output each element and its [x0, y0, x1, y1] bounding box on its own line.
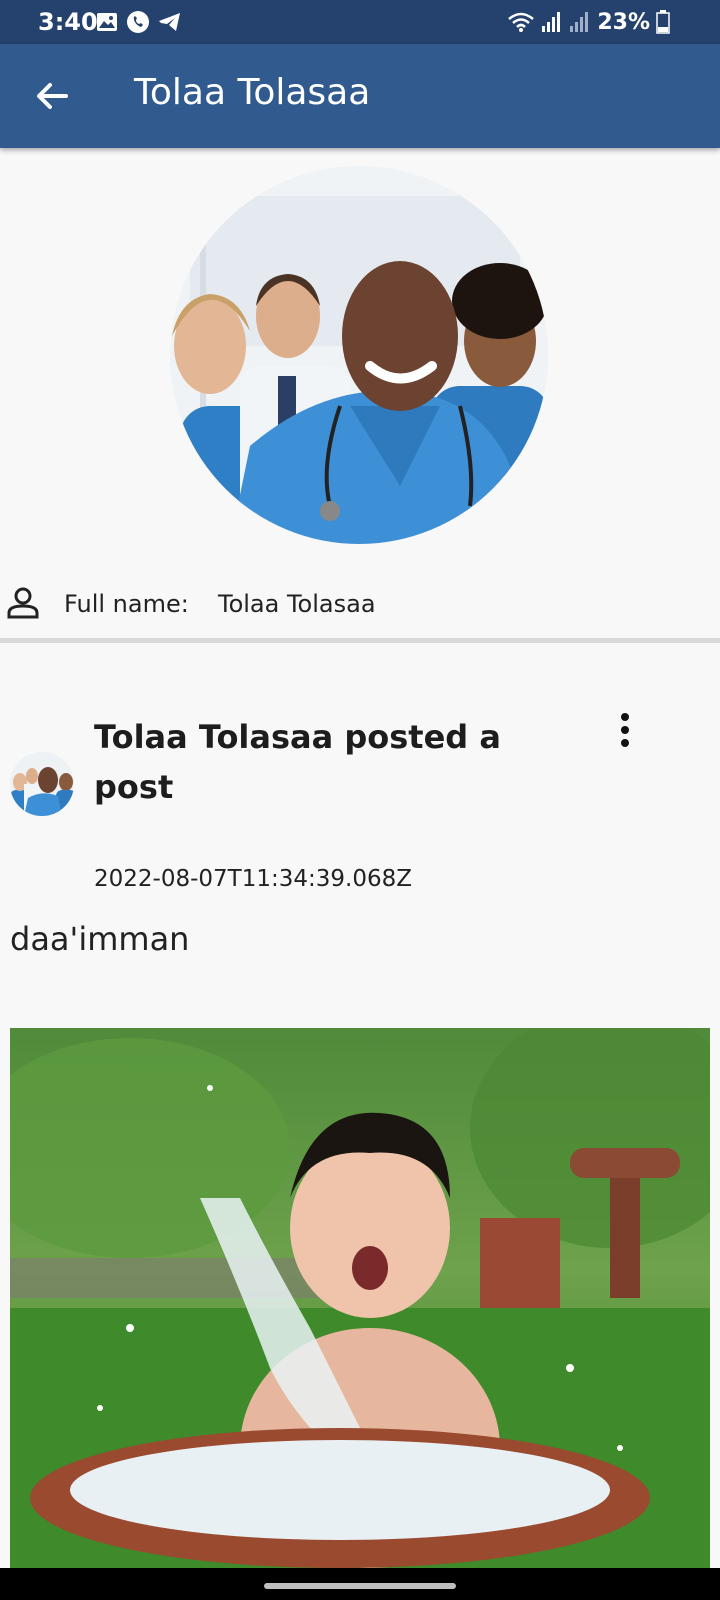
battery-icon — [656, 10, 670, 34]
battery-percent: 23% — [597, 9, 650, 35]
arrow-left-icon — [37, 83, 68, 109]
post-timestamp: 2022-08-07T11:34:39.068Z — [94, 866, 412, 892]
medical-team-photo — [170, 166, 548, 544]
signal-icon — [542, 12, 561, 32]
divider — [0, 638, 720, 643]
gallery-icon — [97, 13, 117, 31]
more-vert-icon — [621, 713, 629, 747]
post-menu-button[interactable] — [610, 710, 640, 750]
post-author-avatar[interactable] — [10, 752, 74, 816]
full-name-value: Tolaa Tolasaa — [218, 590, 376, 618]
app-bar: Tolaa Tolasaa — [0, 44, 720, 148]
page-title: Tolaa Tolasaa — [134, 72, 371, 113]
status-time: 3:40 — [38, 8, 98, 36]
whatsapp-icon — [127, 11, 149, 33]
back-button[interactable] — [28, 72, 76, 120]
system-nav-bar — [0, 1568, 720, 1600]
post-image[interactable] — [10, 1028, 710, 1568]
status-right-icons: 23% — [507, 8, 670, 36]
post-title: Tolaa Tolasaa posted a post — [94, 718, 501, 806]
home-gesture-handle[interactable] — [264, 1583, 456, 1589]
wifi-icon — [508, 12, 535, 32]
person-icon — [7, 587, 39, 619]
full-name-label: Full name: — [64, 590, 189, 618]
notification-icons — [96, 10, 182, 34]
full-name-row: Full name: Tolaa Tolasaa — [0, 578, 720, 628]
status-bar: 3:40 23% — [0, 0, 720, 44]
baby-splashing-water-photo — [10, 1028, 710, 1568]
post-text: daa'imman — [10, 920, 190, 958]
telegram-icon — [159, 13, 180, 31]
medical-team-photo — [10, 752, 74, 816]
profile-avatar[interactable] — [170, 166, 548, 544]
signal-icon — [570, 12, 589, 32]
